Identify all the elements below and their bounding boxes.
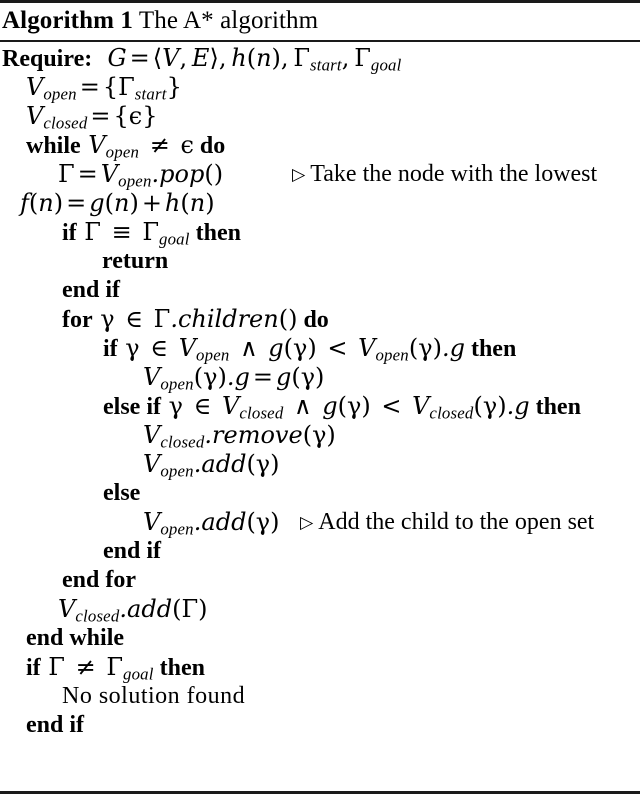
keyword-then-not-goal: then — [159, 655, 205, 681]
keyword-if-goal: if — [62, 220, 77, 246]
triangle-icon: ▷ — [292, 164, 306, 185]
keyword-for: for — [62, 307, 93, 333]
line-end-for: end for — [0, 566, 640, 595]
keyword-end-if-final: end if — [26, 712, 85, 738]
line-update-open-g: Vopen(γ).g = g(γ) — [143, 363, 325, 394]
line-end-if-inner: end if — [0, 537, 640, 566]
triangle-icon: ▷ — [300, 512, 314, 533]
keyword-require: Require: — [2, 46, 93, 72]
keyword-end-while: end while — [26, 625, 125, 651]
comment-open-add: ▷ Add the child to the open set — [300, 508, 594, 538]
line-closed-add: Vclosed.add(Γ) — [58, 595, 208, 626]
line-while-open: while Vopen ≠ ϵ do — [26, 131, 226, 162]
keyword-then-in-open: then — [470, 336, 517, 362]
algorithm-block: Algorithm 1 The A* algorithm Require: G =… — [0, 0, 640, 794]
line-fn-continuation: f(n) = g(n) + h(n) — [20, 189, 215, 217]
keyword-do-while: do — [199, 133, 226, 159]
keyword-while: while — [26, 133, 81, 159]
line-else: else — [0, 479, 640, 508]
text-no-solution: No solution found — [62, 683, 246, 709]
keyword-if-not-goal: if — [26, 655, 41, 681]
algorithm-body: Require: G = ⟨V, E⟩, h(n), Γstart, Γgoal V… — [0, 42, 640, 740]
keyword-end-for: end for — [62, 567, 136, 593]
line-end-while: end while — [0, 624, 640, 653]
line-for-children: for γ ∈ Γ.children() do — [62, 305, 329, 333]
keyword-end-if-goal: end if — [62, 277, 121, 303]
comment-pop-text: Take the node with the lowest — [310, 161, 598, 187]
line-if-in-open: if γ ∈ Vopen ∧ g(γ) < Vopen(γ).g then — [103, 334, 517, 365]
line-if-not-goal: if Γ ≠ Γgoal then — [26, 653, 205, 684]
keyword-end-if-inner: end if — [103, 538, 162, 564]
algorithm-title-text: The A* algorithm — [138, 7, 319, 34]
line-else-if-closed: else if γ ∈ Vclosed ∧ g(γ) < Vclosed(γ).… — [103, 392, 581, 423]
line-require: Require: G = ⟨V, E⟩, h(n), Γstart, Γgoal — [2, 44, 402, 75]
line-init-closed: Vclosed = {ϵ} — [26, 102, 158, 133]
algorithm-label: Algorithm 1 — [2, 7, 133, 34]
line-end-if-final: end if — [0, 711, 640, 740]
line-return: return — [0, 247, 640, 276]
line-end-if-goal: end if — [0, 276, 640, 305]
keyword-else: else — [103, 480, 141, 506]
line-pop: Γ = Vopen.pop() ▷ Take the node with the lo… — [58, 160, 598, 191]
keyword-return: return — [102, 248, 169, 274]
line-init-open: Vopen = {Γstart} — [26, 73, 182, 104]
comment-open-add-text: Add the child to the open set — [318, 509, 595, 535]
line-if-goal: if Γ ≡ Γgoal then — [62, 218, 241, 249]
line-no-solution: No solution found — [0, 682, 640, 711]
comment-pop: ▷ Take the node with the lowest — [292, 160, 597, 190]
keyword-then-goal: then — [195, 220, 241, 246]
keyword-if-in-open: if — [103, 336, 118, 362]
line-closed-remove: Vclosed.remove(γ) — [143, 421, 336, 452]
line-open-add-2: Vopen.add(γ) ▷ Add the child to the open … — [143, 508, 595, 539]
keyword-do-for: do — [303, 307, 329, 333]
keyword-then-closed: then — [535, 394, 581, 420]
algorithm-title-line: Algorithm 1 The A* algorithm — [0, 3, 640, 40]
line-open-add-1: Vopen.add(γ) — [143, 450, 280, 481]
keyword-else-if: else if — [103, 394, 161, 420]
